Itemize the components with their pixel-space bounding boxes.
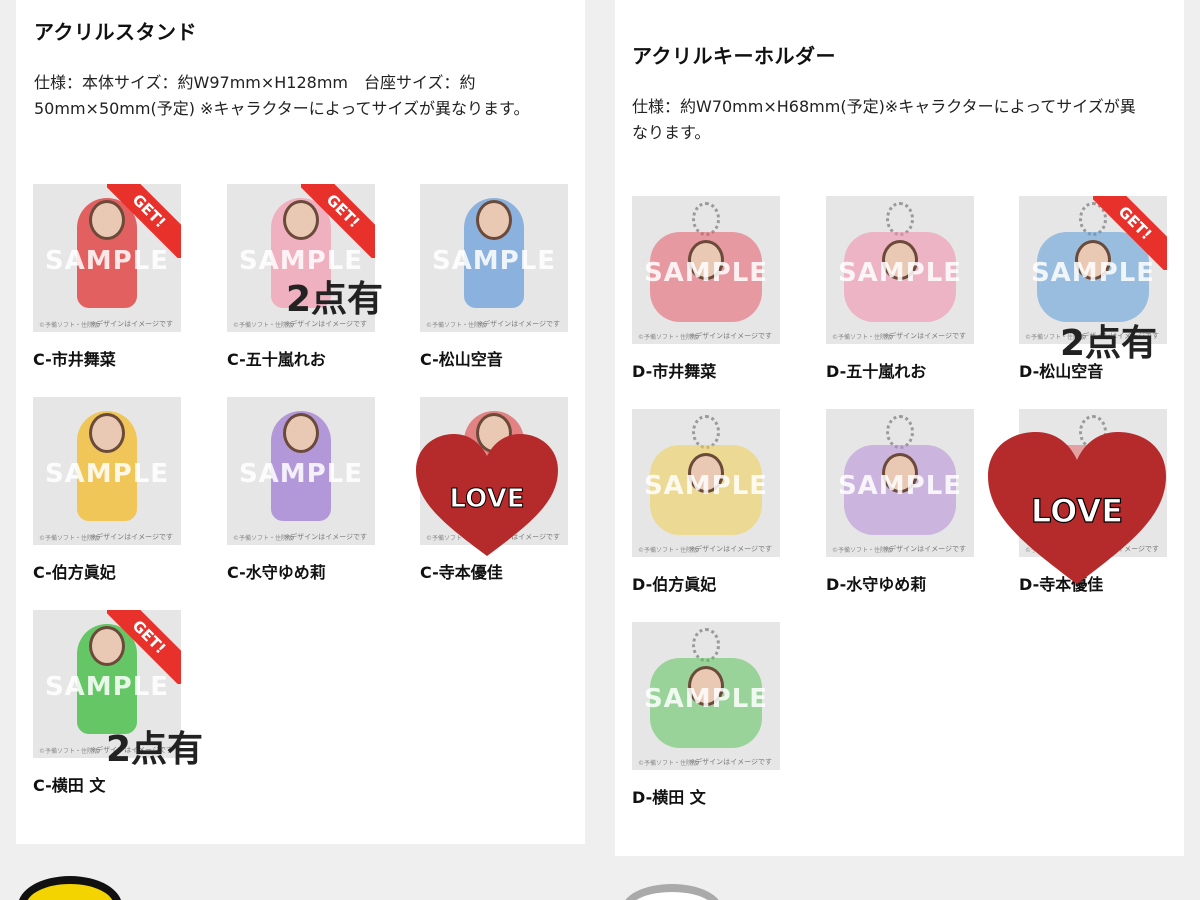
product-label: C-水守ゆめ莉	[227, 563, 326, 582]
product-label: C-寺本優佳	[420, 563, 503, 582]
product-item[interactable]: SAMPLE ※デザインはイメージです ©予備ソフト・住院版 D-市井舞菜	[632, 196, 782, 382]
product-image[interactable]: SAMPLE ※デザインはイメージです©予備ソフト・住院版	[632, 409, 780, 557]
image-note: ※デザインはイメージです	[284, 533, 367, 541]
sample-watermark: SAMPLE	[431, 246, 557, 276]
ball-chain-icon	[692, 628, 720, 662]
spec-acrylic-stand: 仕様：本体サイズ：約W97mm×H128mm 台座サイズ：約 50mm×50mm…	[34, 70, 574, 122]
sample-watermark: SAMPLE	[837, 258, 963, 288]
image-note: ※デザインはイメージです	[883, 545, 966, 553]
sample-watermark: SAMPLE	[238, 459, 364, 489]
product-label: C-伯方眞妃	[33, 563, 116, 582]
product-item[interactable]: SAMPLE ※デザインはイメージです ©予備ソフト・住院版 D-五十嵐れお	[826, 196, 976, 382]
image-credit: ©予備ソフト・住院版	[638, 760, 699, 767]
sample-watermark: SAMPLE	[643, 471, 769, 501]
product-label: D-市井舞菜	[632, 362, 717, 381]
get-ribbon-text: GET!	[107, 184, 181, 258]
page: アクリルスタンド 仕様：本体サイズ：約W97mm×H128mm 台座サイズ：約 …	[0, 0, 1200, 900]
product-label: C-五十嵐れお	[227, 350, 326, 369]
product-label: C-市井舞菜	[33, 350, 116, 369]
character-head	[283, 413, 319, 453]
product-item[interactable]: SAMPLE ※デザインはイメージです ©予備ソフト・住院版 D-水守ゆめ莉	[826, 409, 976, 595]
image-credit: ©予備ソフト・住院版	[638, 547, 699, 554]
acrylic-keyholder-card: アクリルキーホルダー 仕様：約W70mm×H68mm(予定)※キャラクターによっ…	[615, 0, 1184, 856]
love-heart-text: LOVE	[1031, 492, 1123, 530]
image-credit: ©予備ソフト・住院版	[233, 535, 294, 542]
product-item[interactable]: SAMPLE ※デザインはイメージです ©予備ソフト・住院版 GET! C-市井舞菜	[33, 184, 183, 370]
product-image[interactable]: SAMPLE ※デザインはイメージです©予備ソフト・住院版	[826, 196, 974, 344]
image-note: ※デザインはイメージです	[689, 758, 772, 766]
product-image[interactable]: SAMPLE ※デザインはイメージです©予備ソフト・住院版	[826, 409, 974, 557]
image-credit: ©予備ソフト・住院版	[39, 535, 100, 542]
ball-chain-icon	[692, 415, 720, 449]
spec-line-2: なります。	[632, 123, 711, 142]
ball-chain-icon	[886, 202, 914, 236]
section-badge-icon	[18, 876, 122, 900]
character-head	[89, 413, 125, 453]
product-image[interactable]: SAMPLE ※デザインはイメージです ©予備ソフト・住院版 GET!	[33, 184, 181, 332]
product-image[interactable]: SAMPLE ※デザインはイメージです©予備ソフト・住院版	[632, 196, 780, 344]
get-ribbon-text: GET!	[301, 184, 375, 258]
image-credit: ©予備ソフト・住院版	[426, 322, 487, 329]
get-ribbon: GET!	[301, 184, 375, 258]
image-credit: ©予備ソフト・住院版	[233, 322, 294, 329]
product-label: D-水守ゆめ莉	[826, 575, 927, 594]
spec-line-1: 仕様：約W70mm×H68mm(予定)※キャラクターによってサイズが異	[632, 97, 1136, 116]
product-item[interactable]: SAMPLE ※デザインはイメージです ©予備ソフト・住院版 D-横田 文	[632, 622, 782, 808]
get-ribbon-text: GET!	[1093, 196, 1167, 270]
product-item[interactable]: SAMPLE ※デザインはイメージです ©予備ソフト・住院版 D-伯方眞妃	[632, 409, 782, 595]
character-head	[476, 200, 512, 240]
product-image[interactable]: SAMPLE ※デザインはイメージです©予備ソフト・住院版	[420, 184, 568, 332]
count-note: 2点有	[1060, 323, 1158, 364]
section-title-acrylic-stand: アクリルスタンド	[34, 20, 197, 44]
image-note: ※デザインはイメージです	[689, 332, 772, 340]
image-note: ※デザインはイメージです	[90, 320, 173, 328]
image-note: ※デザインはイメージです	[90, 533, 173, 541]
image-note: ※デザインはイメージです	[477, 320, 560, 328]
sample-watermark: SAMPLE	[44, 459, 170, 489]
image-credit: ©予備ソフト・住院版	[832, 334, 893, 341]
love-heart-text: LOVE	[450, 484, 525, 514]
get-ribbon: GET!	[107, 610, 181, 684]
get-ribbon-text: GET!	[107, 610, 181, 684]
get-ribbon: GET!	[107, 184, 181, 258]
count-note: 2点有	[106, 729, 204, 770]
get-ribbon: GET!	[1093, 196, 1167, 270]
product-item[interactable]: SAMPLE ※デザインはイメージです ©予備ソフト・住院版 C-水守ゆめ莉	[227, 397, 377, 583]
section-badge-icon	[622, 884, 722, 900]
product-label: C-横田 文	[33, 776, 106, 795]
ball-chain-icon	[886, 415, 914, 449]
image-credit: ©予備ソフト・住院版	[39, 748, 100, 755]
sample-watermark: SAMPLE	[643, 684, 769, 714]
image-credit: ©予備ソフト・住院版	[638, 334, 699, 341]
product-item[interactable]: SAMPLE ※デザインはイメージです ©予備ソフト・住院版 C-伯方眞妃	[33, 397, 183, 583]
spec-acrylic-keyholder: 仕様：約W70mm×H68mm(予定)※キャラクターによってサイズが異 なります…	[632, 94, 1172, 146]
sample-watermark: SAMPLE	[643, 258, 769, 288]
love-heart-icon: LOVE	[988, 432, 1166, 584]
product-label: D-伯方眞妃	[632, 575, 717, 594]
product-item[interactable]: SAMPLE ※デザインはイメージです ©予備ソフト・住院版 C-松山空音	[420, 184, 570, 370]
love-heart-icon: LOVE	[416, 434, 558, 556]
ball-chain-icon	[692, 202, 720, 236]
acrylic-stand-card: アクリルスタンド 仕様：本体サイズ：約W97mm×H128mm 台座サイズ：約 …	[16, 0, 585, 844]
count-note: 2点有	[286, 279, 384, 320]
image-note: ※デザインはイメージです	[883, 332, 966, 340]
product-label: D-五十嵐れお	[826, 362, 927, 381]
sample-watermark: SAMPLE	[837, 471, 963, 501]
product-image[interactable]: SAMPLE ※デザインはイメージです©予備ソフト・住院版	[632, 622, 780, 770]
product-label: C-松山空音	[420, 350, 503, 369]
product-image[interactable]: SAMPLE ※デザインはイメージです©予備ソフト・住院版	[227, 397, 375, 545]
spec-line-1: 仕様：本体サイズ：約W97mm×H128mm 台座サイズ：約	[34, 73, 476, 92]
image-credit: ©予備ソフト・住院版	[832, 547, 893, 554]
image-note: ※デザインはイメージです	[689, 545, 772, 553]
product-label: D-横田 文	[632, 788, 706, 807]
image-credit: ©予備ソフト・住院版	[39, 322, 100, 329]
product-image[interactable]: SAMPLE ※デザインはイメージです©予備ソフト・住院版	[33, 397, 181, 545]
spec-line-2: 50mm×50mm(予定) ※キャラクターによってサイズが異なります。	[34, 99, 530, 118]
section-title-acrylic-keyholder: アクリルキーホルダー	[632, 44, 836, 68]
